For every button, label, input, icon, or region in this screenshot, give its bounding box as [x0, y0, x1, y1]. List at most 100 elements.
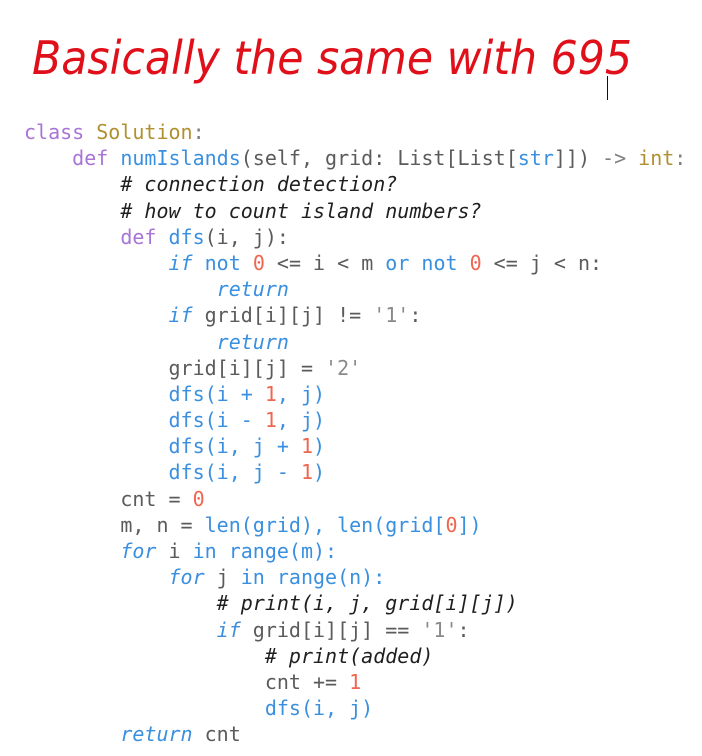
code-token: grid[i][j] != — [192, 303, 374, 328]
code-line: class Solution: — [24, 119, 686, 145]
handwritten-note: Basically the same with 695 — [28, 12, 668, 112]
code-token: 1 — [349, 669, 362, 694]
code-token: numIslands — [120, 146, 241, 171]
code-token: , j) — [276, 381, 326, 406]
code-token: (i, j): — [204, 224, 289, 249]
code-token: -> — [602, 146, 639, 171]
code-token: range — [228, 539, 289, 563]
code-token: dfs — [168, 434, 205, 459]
code-line: if grid[i][j] != '1': — [24, 302, 686, 328]
code-line: # print(added) — [24, 643, 686, 669]
code-token: dfs — [168, 381, 205, 406]
code-token: 1 — [264, 381, 277, 406]
code-token: 0 — [445, 512, 458, 537]
code-token: not — [192, 250, 253, 275]
text-cursor — [607, 76, 608, 100]
code-token: [ — [505, 146, 518, 171]
code-line: def dfs(i, j): — [24, 224, 686, 250]
code-token: int — [638, 146, 675, 171]
code-token: dfs — [168, 408, 205, 433]
code-token: ]]) — [553, 146, 603, 171]
code-line: dfs(i, j) — [24, 695, 686, 721]
code-token: (grid), — [240, 512, 338, 537]
code-line: grid[i][j] = '2' — [24, 355, 686, 381]
code-line: dfs(i, j + 1) — [24, 433, 686, 459]
code-line: if grid[i][j] == '1': — [24, 617, 686, 643]
code-token: return — [120, 722, 193, 747]
code-token: # print(i, j, grid[i][j]) — [216, 591, 518, 616]
code-line: for j in range(n): — [24, 564, 686, 590]
code-token: (i, j + — [204, 434, 301, 459]
code-token: cnt += — [264, 669, 350, 694]
code-block: class Solution: def numIslands(self, gri… — [24, 119, 686, 748]
code-token: , j) — [276, 408, 326, 433]
code-token: : — [192, 120, 205, 144]
code-line: return — [24, 329, 686, 355]
code-token: str — [517, 146, 554, 171]
code-token: : — [674, 146, 687, 171]
code-token: 1 — [300, 434, 313, 459]
code-token: (i + — [204, 381, 265, 406]
code-token: if — [168, 303, 193, 328]
code-token: in — [240, 565, 277, 590]
code-token: grid[i][j] = — [168, 355, 326, 380]
code-token: if — [216, 617, 241, 642]
code-token: in — [192, 539, 229, 563]
code-token: <= i < m — [264, 250, 386, 275]
code-token: range — [276, 565, 338, 590]
code-token: 1 — [264, 408, 277, 433]
code-token: : — [409, 303, 422, 328]
code-token: cnt — [192, 722, 241, 747]
code-token: 1 — [300, 460, 313, 485]
code-token: def — [120, 224, 169, 249]
code-line: if not 0 <= i < m or not 0 <= j < n: — [24, 250, 686, 276]
code-token: (n): — [337, 565, 386, 590]
code-token: if — [168, 250, 193, 275]
code-line: return — [24, 276, 686, 302]
code-token: List — [397, 146, 446, 171]
code-line: # print(i, j, grid[i][j]) — [24, 590, 686, 616]
code-token: '1' — [421, 617, 458, 642]
code-token: dfs — [168, 224, 205, 249]
code-line: dfs(i + 1, j) — [24, 381, 686, 407]
code-token: ) — [313, 460, 326, 485]
code-line: # how to count island numbers? — [24, 198, 686, 224]
code-token: ) — [313, 434, 326, 459]
code-token: <= j < n: — [481, 250, 603, 275]
code-token: len — [337, 512, 374, 537]
code-token: class — [24, 120, 97, 144]
handwritten-note-text: Basically the same with 695 — [32, 31, 632, 85]
code-token: # connection detection? — [120, 172, 398, 197]
code-line: dfs(i - 1, j) — [24, 407, 686, 433]
code-token: j — [204, 565, 241, 590]
code-token: : — [457, 617, 470, 642]
code-token: i — [156, 539, 193, 563]
code-token: '1' — [373, 303, 410, 328]
code-token: Solution — [96, 120, 193, 144]
code-token: m, n = — [120, 512, 205, 537]
code-token: ]) — [457, 512, 482, 537]
code-token: len — [204, 512, 241, 537]
code-line: def numIslands(self, grid: List[List[str… — [24, 145, 686, 171]
code-token: return — [216, 277, 289, 302]
code-token: '2' — [325, 355, 362, 380]
